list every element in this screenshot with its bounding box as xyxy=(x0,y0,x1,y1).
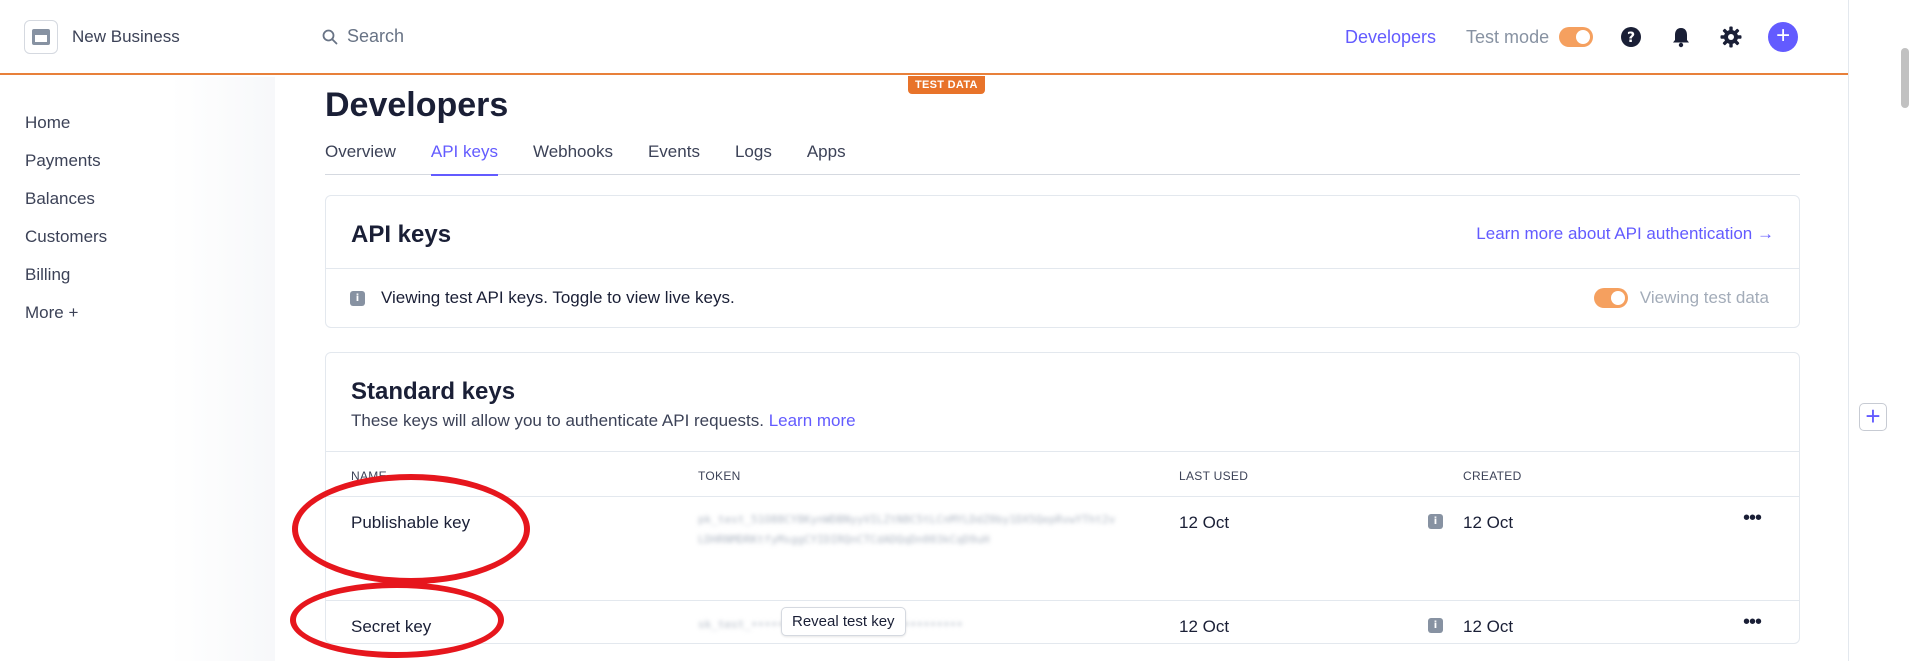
column-header-token: TOKEN xyxy=(698,469,741,483)
sidebar-divider-shade xyxy=(170,77,275,661)
test-data-badge: TEST DATA xyxy=(908,76,985,94)
top-right-controls: Developers Test mode ? + xyxy=(1345,22,1799,52)
sidebar-item-customers[interactable]: Customers xyxy=(25,224,107,262)
annotation-circle-publishable-key xyxy=(292,474,530,584)
scrollbar-thumb[interactable] xyxy=(1901,48,1909,108)
info-icon[interactable]: i xyxy=(1428,618,1443,633)
help-icon[interactable]: ? xyxy=(1619,25,1643,49)
standard-keys-card: Standard keys These keys will allow you … xyxy=(325,352,1800,644)
gear-icon[interactable] xyxy=(1719,25,1743,49)
annotation-circle-secret-key xyxy=(290,582,504,658)
tab-overview[interactable]: Overview xyxy=(325,142,396,175)
column-header-created: CREATED xyxy=(1463,469,1522,483)
test-keys-info-message: Viewing test API keys. Toggle to view li… xyxy=(381,288,735,307)
search-input[interactable]: Search xyxy=(322,26,404,47)
api-keys-title: API keys xyxy=(351,221,452,248)
info-icon[interactable]: i xyxy=(1428,514,1443,529)
standard-keys-subtitle: These keys will allow you to authenticat… xyxy=(351,411,856,431)
last-used-date: 12 Oct xyxy=(1179,617,1230,636)
learn-more-link[interactable]: Learn more xyxy=(769,411,856,430)
standard-keys-title: Standard keys xyxy=(351,378,516,405)
tab-apps[interactable]: Apps xyxy=(807,142,846,175)
sidebar-item-payments[interactable]: Payments xyxy=(25,148,107,186)
last-used-date: 12 Oct xyxy=(1179,513,1230,532)
business-name: New Business xyxy=(72,27,180,46)
page-title: Developers xyxy=(325,86,509,124)
viewing-test-data-label: Viewing test data xyxy=(1639,288,1769,307)
api-keys-card: API keys Learn more about API authentica… xyxy=(325,195,1800,328)
viewing-test-data-toggle[interactable] xyxy=(1593,288,1628,308)
viewing-test-data-toggle-group[interactable]: Viewing test data xyxy=(1593,288,1769,308)
publishable-key-token[interactable]: pk_test_51O88CY8KynWDBNyyVILZtN8C5tLCnMY… xyxy=(698,510,1118,550)
column-header-last-used: LAST USED xyxy=(1179,469,1249,483)
created-date: 12 Oct xyxy=(1463,513,1514,532)
table-row: Secret key sk_test_•••••••••••••••••••••… xyxy=(326,601,1799,645)
tab-logs[interactable]: Logs xyxy=(735,142,772,175)
api-keys-info-row: i Viewing test API keys. Toggle to view … xyxy=(326,269,1799,327)
more-options-button[interactable]: ••• xyxy=(1743,611,1762,634)
developer-tabs: Overview API keys Webhooks Events Logs A… xyxy=(325,142,1800,176)
developers-link[interactable]: Developers xyxy=(1345,27,1436,48)
sidebar-item-balances[interactable]: Balances xyxy=(25,186,107,224)
learn-more-api-auth-link[interactable]: Learn more about API authentication → xyxy=(1476,224,1774,244)
more-options-button[interactable]: ••• xyxy=(1743,507,1762,530)
add-panel-plus-icon[interactable]: + xyxy=(1859,403,1887,431)
top-bar: New Business Search Developers Test mode… xyxy=(0,0,1848,75)
table-row: Publishable key pk_test_51O88CY8KynWDBNy… xyxy=(326,497,1799,601)
business-switcher[interactable]: New Business xyxy=(24,20,180,54)
info-icon: i xyxy=(350,291,365,306)
store-icon xyxy=(24,20,58,54)
sidebar-nav: Home Payments Balances Customers Billing… xyxy=(25,110,107,338)
svg-text:?: ? xyxy=(1627,30,1635,46)
tab-webhooks[interactable]: Webhooks xyxy=(533,142,613,175)
tab-events[interactable]: Events xyxy=(648,142,700,175)
test-mode-toggle[interactable] xyxy=(1559,27,1594,47)
search-placeholder: Search xyxy=(347,26,405,46)
api-keys-card-header: API keys Learn more about API authentica… xyxy=(326,196,1799,269)
test-mode-label: Test mode xyxy=(1466,26,1550,47)
bell-icon[interactable] xyxy=(1669,25,1693,49)
standard-keys-description: These keys will allow you to authenticat… xyxy=(351,411,764,430)
sidebar-item-billing[interactable]: Billing xyxy=(25,262,107,300)
keys-table-header: NAME TOKEN LAST USED CREATED xyxy=(326,451,1799,497)
create-plus-button[interactable]: + xyxy=(1768,22,1799,52)
sidebar-item-more[interactable]: More + xyxy=(25,300,107,338)
tab-api-keys[interactable]: API keys xyxy=(430,142,499,176)
created-date: 12 Oct xyxy=(1463,617,1514,636)
sidebar-item-home[interactable]: Home xyxy=(25,110,107,148)
reveal-test-key-button[interactable]: Reveal test key xyxy=(781,607,906,636)
search-icon xyxy=(322,29,338,44)
